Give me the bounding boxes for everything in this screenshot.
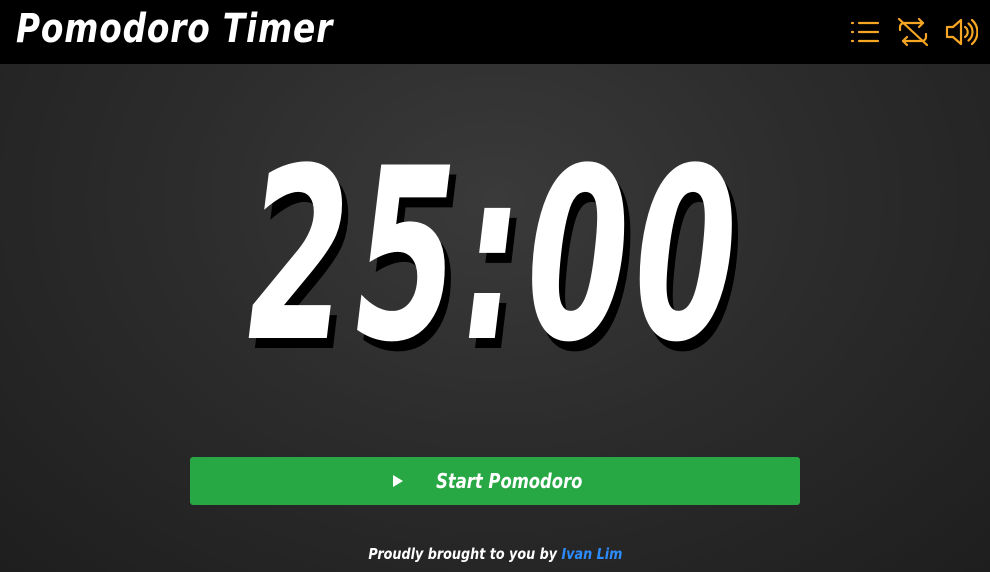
auto-repeat-toggle[interactable] — [896, 15, 930, 49]
start-pomodoro-button[interactable]: Start Pomodoro — [190, 457, 800, 505]
header-toolbar — [848, 14, 978, 50]
credits-text: Proudly brought to you by Ivan Lim — [368, 545, 622, 563]
timer-value: 25:00 — [247, 118, 743, 395]
credits-prefix: Proudly brought to you by — [367, 545, 557, 563]
start-button-label: Start Pomodoro — [435, 469, 583, 493]
author-link[interactable]: Ivan Lim — [561, 545, 622, 563]
list-icon — [850, 21, 880, 43]
header-bar: Pomodoro Timer — [0, 0, 990, 64]
timer-display: 25:00 — [0, 132, 990, 382]
app-title: Pomodoro Timer — [16, 6, 334, 52]
sound-toggle[interactable] — [944, 15, 978, 49]
pomodoro-app: Pomodoro Timer 25:00 Start Pomodoro Prou… — [0, 0, 990, 572]
play-icon — [392, 473, 406, 489]
credits-footer: Proudly brought to you by Ivan Lim — [0, 545, 990, 563]
repeat-off-icon — [897, 17, 929, 47]
volume-icon — [945, 18, 978, 46]
task-list-button[interactable] — [848, 15, 882, 49]
